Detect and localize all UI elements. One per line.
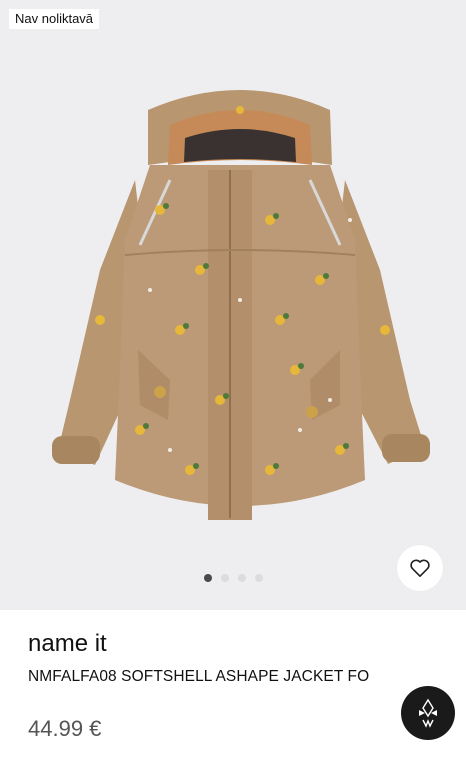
product-price: 44.99 € — [28, 716, 102, 741]
carousel-dot[interactable] — [254, 574, 263, 582]
carousel-dots — [0, 574, 466, 582]
carousel-dot[interactable] — [203, 574, 212, 582]
assistant-logo-icon — [419, 698, 437, 728]
product-image[interactable] — [40, 70, 440, 530]
product-name: NMFALFA08 SOFTSHELL ASHAPE JACKET FO — [28, 668, 370, 685]
brand-name[interactable]: name it — [28, 630, 107, 658]
product-image-gallery[interactable]: Nav noliktavā — [0, 0, 466, 610]
carousel-dot[interactable] — [220, 574, 229, 582]
favorite-button[interactable] — [397, 545, 443, 591]
product-info: name it NMFALFA08 SOFTSHELL ASHAPE JACKE… — [0, 610, 466, 768]
stock-status-badge: Nav noliktavā — [9, 9, 100, 29]
heart-outline-icon — [410, 559, 430, 577]
carousel-dot[interactable] — [237, 574, 246, 582]
assistant-button[interactable] — [401, 686, 455, 740]
